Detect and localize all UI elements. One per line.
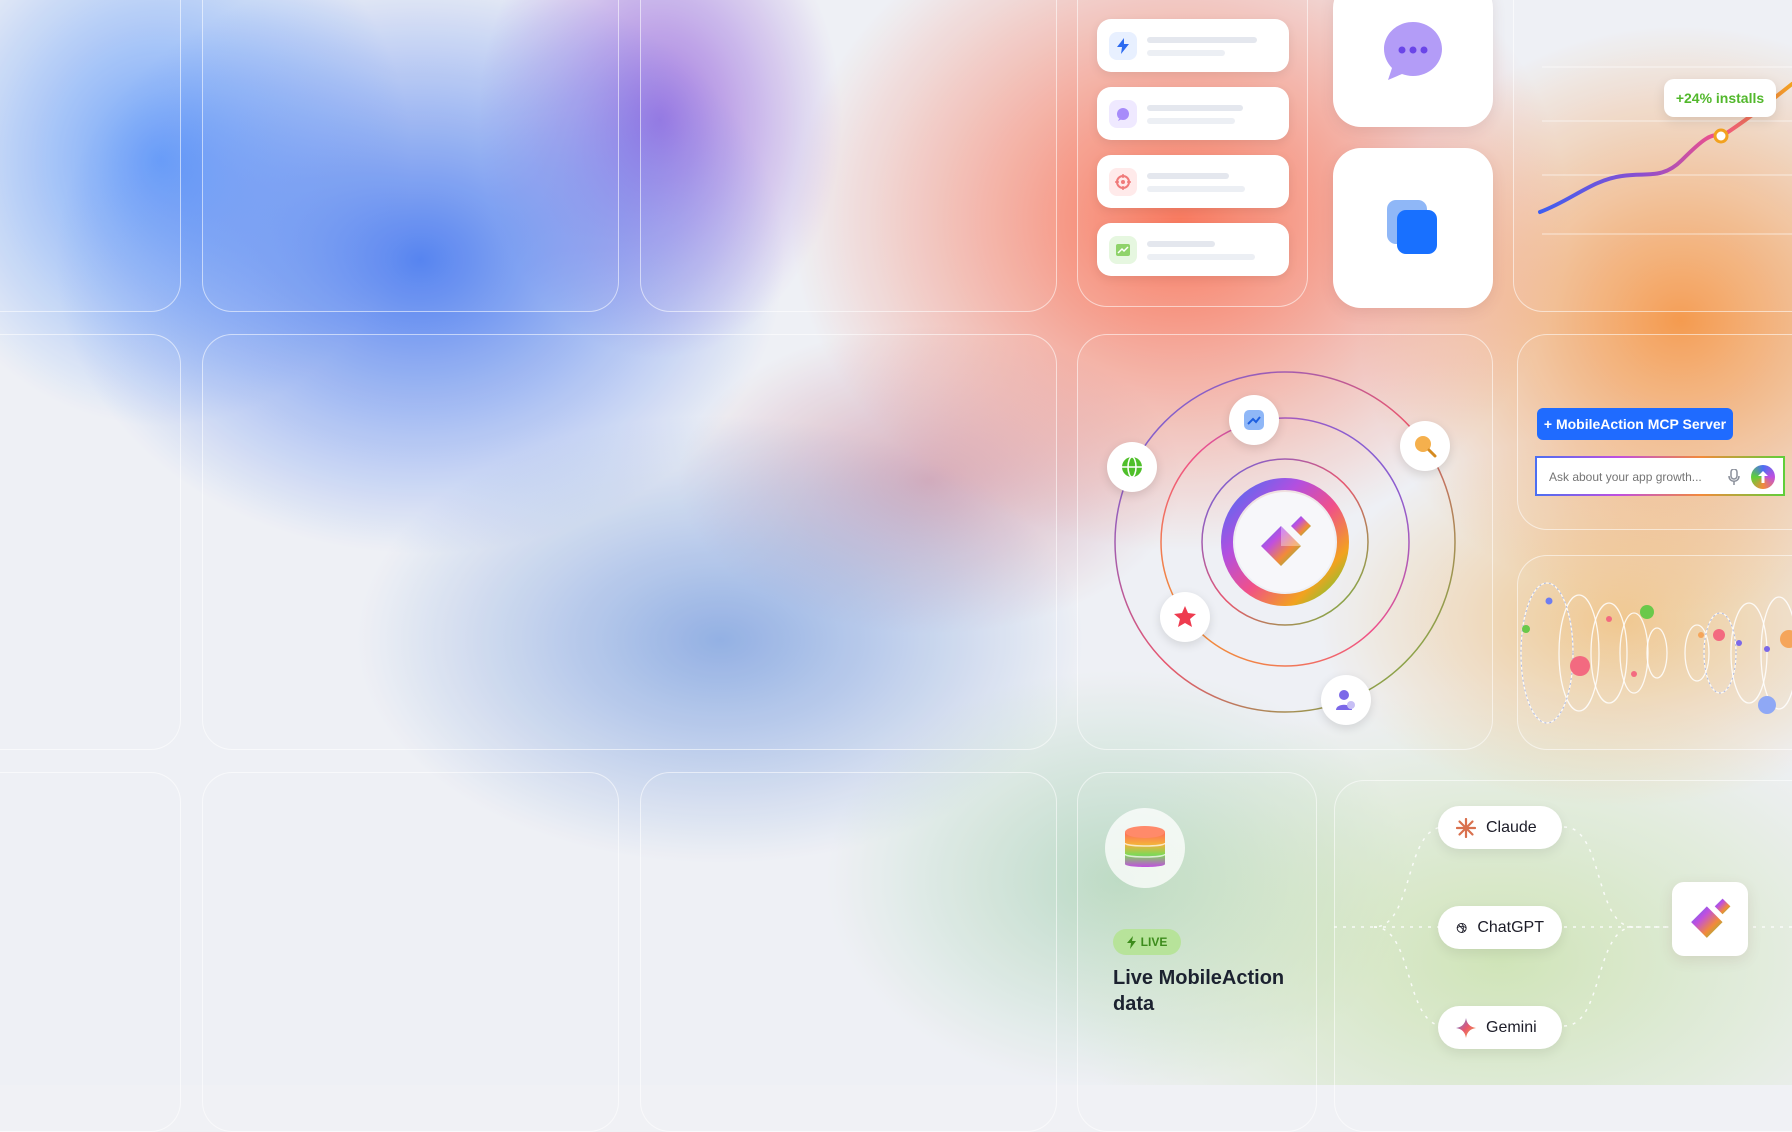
list-item <box>1097 223 1289 276</box>
orbit-globe-node <box>1107 442 1157 492</box>
bolt-icon <box>1109 32 1137 60</box>
chatgpt-icon <box>1456 922 1467 933</box>
trend-icon <box>1244 410 1264 430</box>
layers-icon <box>1387 200 1437 254</box>
chat-bubble-icon <box>1384 22 1442 80</box>
llm-item-gemini[interactable]: Gemini <box>1438 1006 1562 1049</box>
database-icon <box>1124 826 1166 867</box>
installs-badge: +24% installs <box>1664 79 1776 117</box>
orbit-search-node <box>1400 421 1450 471</box>
mcp-server-button[interactable]: + MobileAction MCP Server <box>1537 408 1733 440</box>
list-item <box>1097 87 1289 140</box>
list-item <box>1097 19 1289 72</box>
claude-icon <box>1456 817 1476 838</box>
send-button[interactable] <box>1751 465 1775 489</box>
mobileaction-node <box>1672 882 1748 956</box>
grid-tile <box>202 0 619 312</box>
globe-icon <box>1122 456 1142 478</box>
target-icon <box>1109 168 1137 196</box>
live-badge: LIVE <box>1113 929 1181 955</box>
search-icon <box>1415 436 1437 458</box>
users-icon <box>1336 690 1355 710</box>
live-card-title: Live MobileAction data <box>1113 967 1285 1015</box>
orbit-trend-node <box>1229 395 1279 445</box>
mobileaction-logo-icon <box>1261 516 1311 566</box>
send-icon <box>1758 471 1768 483</box>
bolt-icon <box>1126 935 1136 949</box>
ask-input[interactable] <box>1547 464 1721 490</box>
grid-tile <box>202 334 1057 750</box>
grid-tile <box>640 0 1057 312</box>
orbit-star-node <box>1160 592 1210 642</box>
gemini-icon <box>1456 1017 1476 1038</box>
layers-app-tile <box>1333 148 1493 308</box>
installs-line-chart <box>1538 66 1792 235</box>
grid-tile <box>0 772 181 1132</box>
llm-item-chatgpt[interactable]: ChatGPT <box>1438 906 1562 949</box>
helix-visual <box>1520 582 1792 724</box>
chat-app-tile <box>1333 0 1493 127</box>
message-icon <box>1109 100 1137 128</box>
mobileaction-logo-icon <box>1691 898 1731 938</box>
list-item <box>1097 155 1289 208</box>
trend-icon <box>1109 236 1137 264</box>
grid-tile <box>202 772 619 1132</box>
grid-tile <box>0 0 181 312</box>
orbit-users-node <box>1321 675 1371 725</box>
ask-input-box[interactable] <box>1535 456 1785 496</box>
star-icon <box>1174 606 1196 627</box>
grid-tile <box>0 334 181 750</box>
llm-item-claude[interactable]: Claude <box>1438 806 1562 849</box>
microphone-icon[interactable] <box>1728 469 1740 485</box>
grid-tile <box>640 772 1057 1132</box>
database-avatar <box>1105 808 1185 888</box>
